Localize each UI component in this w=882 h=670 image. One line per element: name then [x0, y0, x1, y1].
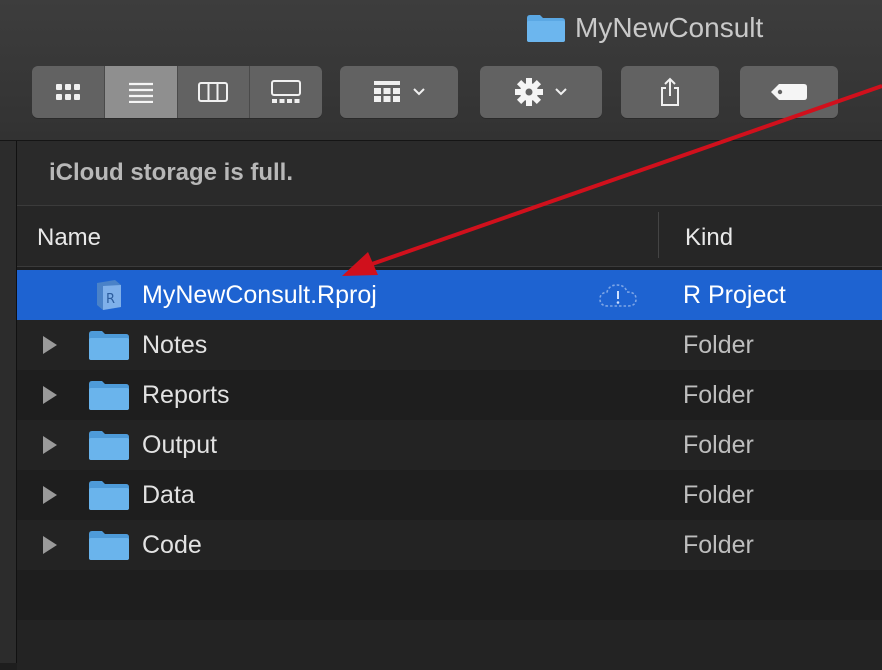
column-view-icon [198, 82, 229, 102]
icloud-banner-text: iCloud storage is full. [49, 159, 294, 186]
file-name: MyNewConsult.Rproj [142, 281, 377, 309]
view-mode-control[interactable] [32, 66, 322, 118]
disclosure-triangle-icon[interactable] [43, 386, 57, 404]
file-kind: R Project [683, 281, 786, 309]
disclosure-triangle-icon[interactable] [43, 436, 57, 454]
folder-icon [89, 381, 129, 410]
column-view-button[interactable] [178, 66, 251, 118]
file-row-rproj[interactable]: R MyNewConsult.Rproj R Project [17, 270, 882, 320]
folder-icon [89, 481, 129, 510]
action-button[interactable] [480, 66, 602, 118]
icon-view-button[interactable] [32, 66, 105, 118]
file-kind: Folder [683, 431, 754, 459]
file-row[interactable]: Data Folder [17, 470, 882, 520]
folder-icon [89, 531, 129, 560]
window-title: MyNewConsult [526, 10, 763, 46]
file-kind: Folder [683, 481, 754, 509]
share-icon [661, 77, 679, 106]
chevron-down-icon [555, 88, 567, 96]
chevron-down-icon [413, 88, 425, 96]
icon-view-icon [55, 84, 80, 100]
window-title-text: MyNewConsult [575, 12, 764, 43]
file-row[interactable]: Output Folder [17, 420, 882, 470]
gallery-view-icon [271, 80, 302, 103]
file-name: Data [142, 481, 195, 509]
cloud-warning-icon[interactable] [597, 282, 639, 310]
group-by-button[interactable] [340, 66, 458, 118]
svg-text:R: R [106, 292, 115, 307]
file-kind: Folder [683, 331, 754, 359]
disclosure-triangle-icon[interactable] [43, 536, 57, 554]
file-kind: Folder [683, 381, 754, 409]
gear-icon [515, 78, 543, 106]
file-row[interactable]: Reports Folder [17, 370, 882, 420]
window-titlebar: MyNewConsult [0, 0, 882, 141]
group-by-icon [374, 81, 400, 102]
file-row[interactable]: Code Folder [17, 520, 882, 570]
empty-row [17, 570, 882, 620]
list-view-button[interactable] [104, 66, 178, 118]
file-name: Notes [142, 331, 208, 359]
file-name: Output [142, 431, 218, 459]
tag-button[interactable] [740, 66, 838, 118]
column-divider[interactable] [658, 212, 659, 258]
r-project-icon: R [97, 280, 121, 310]
gallery-view-button[interactable] [250, 66, 322, 118]
column-header-kind[interactable]: Kind [685, 224, 733, 252]
file-kind: Folder [683, 531, 754, 559]
column-header-name[interactable]: Name [37, 224, 101, 252]
disclosure-triangle-icon[interactable] [43, 486, 57, 504]
tag-icon [771, 84, 807, 100]
file-list: R MyNewConsult.Rproj R Project Notes Fol… [17, 270, 882, 670]
icloud-banner: iCloud storage is full. [17, 141, 882, 206]
share-button[interactable] [621, 66, 719, 118]
folder-icon [527, 15, 565, 42]
folder-icon [89, 431, 129, 460]
list-view-icon [128, 82, 153, 103]
folder-icon [89, 331, 129, 360]
column-header: Name Kind [17, 206, 882, 267]
disclosure-triangle-icon[interactable] [43, 336, 57, 354]
file-row[interactable]: Notes Folder [17, 320, 882, 370]
file-name: Reports [142, 381, 230, 409]
file-name: Code [142, 531, 202, 559]
sidebar-edge [0, 141, 17, 663]
